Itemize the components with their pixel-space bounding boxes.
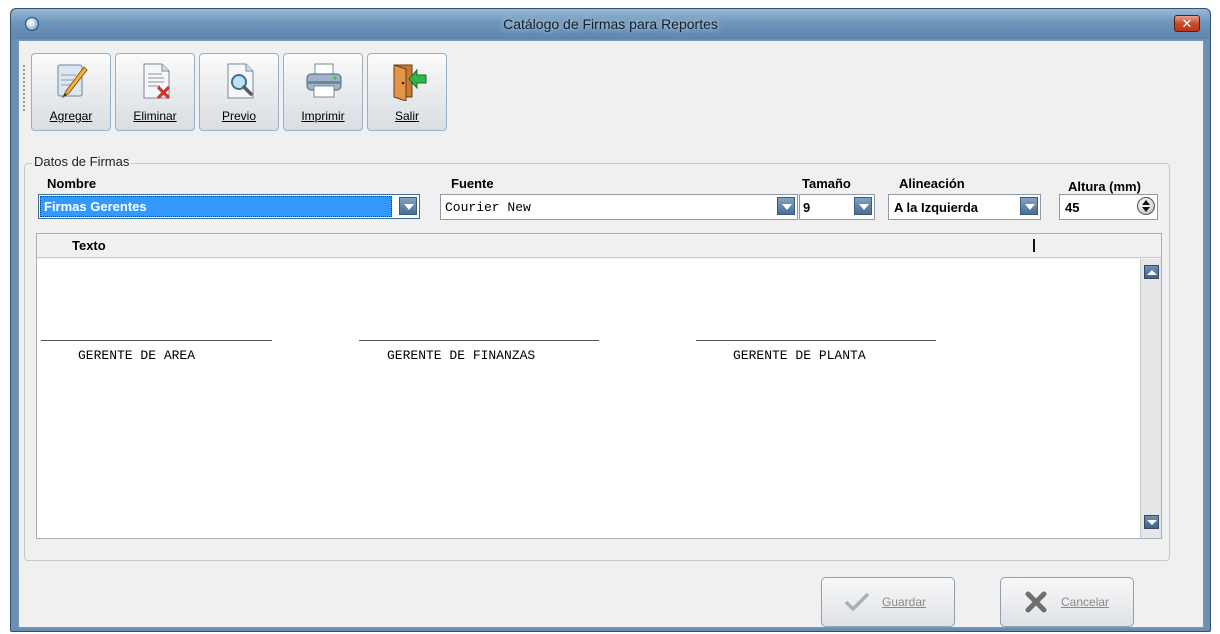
alignment-select[interactable]: A la Izquierda xyxy=(888,194,1041,220)
exit-door-icon xyxy=(393,64,427,101)
x-cancel-icon xyxy=(1025,591,1047,613)
preview-magnifier-icon xyxy=(227,63,254,99)
text-area[interactable]: GERENTE DE AREA GERENTE DE FINANZAS GERE… xyxy=(37,259,1141,538)
printer-icon xyxy=(306,63,342,98)
font-dropdown-arrow[interactable] xyxy=(777,197,795,215)
size-value: 9 xyxy=(803,200,811,215)
exit-button-label: Salir xyxy=(394,109,419,123)
title-bar[interactable]: Catálogo de Firmas para Reportes ✕ xyxy=(11,9,1210,39)
window-title: Catálogo de Firmas para Reportes xyxy=(503,16,718,32)
editor-header: Texto xyxy=(37,234,1161,258)
save-button[interactable]: Guardar xyxy=(821,577,955,627)
font-value: Courier New xyxy=(445,200,531,215)
alignment-label: Alineación xyxy=(899,176,965,191)
name-dropdown-arrow[interactable] xyxy=(399,197,417,215)
close-button[interactable]: ✕ xyxy=(1174,15,1200,32)
app-window: Catálogo de Firmas para Reportes ✕ Agreg… xyxy=(10,8,1211,632)
group-title: Datos de Firmas xyxy=(32,154,132,169)
signature-line xyxy=(359,340,599,341)
toolbar: Agregar Eliminar Previo Imprimir Salir xyxy=(21,51,463,131)
preview-button[interactable]: Previo xyxy=(199,53,279,131)
size-label: Tamaño xyxy=(802,176,851,191)
signature-line xyxy=(696,340,936,341)
size-select[interactable]: 9 xyxy=(799,194,875,220)
cancel-button-label: Cancelar xyxy=(1061,595,1110,609)
signature-line xyxy=(41,340,272,341)
height-spinner[interactable]: 45 xyxy=(1059,194,1158,220)
print-button[interactable]: Imprimir xyxy=(283,53,363,131)
vertical-scrollbar[interactable] xyxy=(1140,259,1161,538)
exit-button[interactable]: Salir xyxy=(367,53,447,131)
size-dropdown-arrow[interactable] xyxy=(854,197,872,215)
height-value: 45 xyxy=(1065,200,1080,215)
name-label: Nombre xyxy=(47,176,97,191)
delete-button-label: Eliminar xyxy=(133,109,177,123)
delete-document-icon xyxy=(143,63,170,99)
text-cursor-marker xyxy=(1033,239,1035,252)
client-area: Agregar Eliminar Previo Imprimir Salir D… xyxy=(18,40,1204,628)
delete-button[interactable]: Eliminar xyxy=(115,53,195,131)
signature-label: GERENTE DE PLANTA xyxy=(733,348,866,363)
print-button-label: Imprimir xyxy=(301,109,345,123)
add-button[interactable]: Agregar xyxy=(31,53,111,131)
scroll-down-button[interactable] xyxy=(1144,515,1159,529)
text-editor: Texto GERENTE DE AREA GERENTE DE FINANZA… xyxy=(36,233,1162,539)
height-label: Altura (mm) xyxy=(1068,179,1141,194)
add-button-label: Agregar xyxy=(49,109,93,123)
alignment-value: A la Izquierda xyxy=(894,200,979,215)
name-select[interactable]: Firmas Gerentes xyxy=(38,194,420,219)
scroll-up-button[interactable] xyxy=(1144,265,1159,279)
text-header-label: Texto xyxy=(72,238,106,253)
font-label: Fuente xyxy=(451,176,494,191)
font-select[interactable]: Courier New xyxy=(440,194,798,220)
save-button-label: Guardar xyxy=(882,595,927,609)
signature-label: GERENTE DE AREA xyxy=(78,348,196,363)
checkmark-icon xyxy=(845,593,869,611)
preview-button-label: Previo xyxy=(221,109,256,123)
toolbar-grip[interactable] xyxy=(23,65,25,111)
alignment-dropdown-arrow[interactable] xyxy=(1020,197,1038,215)
cancel-button[interactable]: Cancelar xyxy=(1000,577,1134,627)
add-edit-icon xyxy=(57,64,88,99)
spinner-updown-icon[interactable] xyxy=(1137,197,1155,215)
signature-label: GERENTE DE FINANZAS xyxy=(387,348,536,363)
name-value: Firmas Gerentes xyxy=(44,199,147,214)
